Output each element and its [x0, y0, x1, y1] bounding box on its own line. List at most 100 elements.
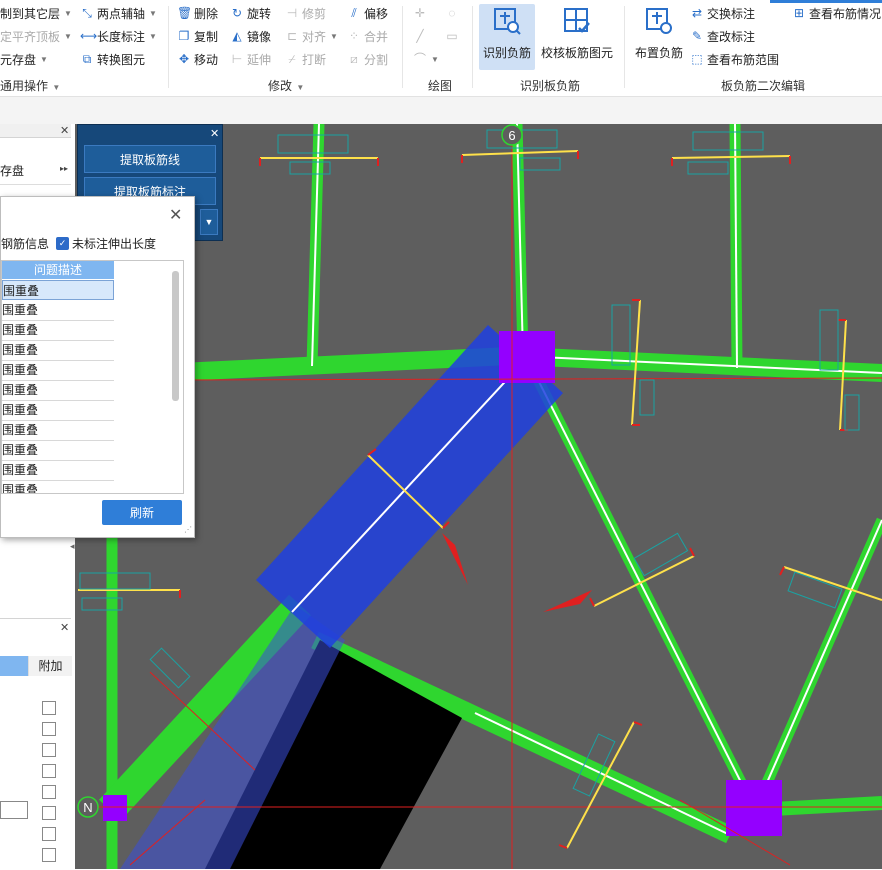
extra-checkbox[interactable]: [42, 806, 56, 820]
close-icon[interactable]: ✕: [60, 124, 69, 137]
ribbon-toolbar: 制到其它层 ▼ 定平齐顶板 ▼ 元存盘 ▼ ⤡ 两点辅轴 ▼ ⟷ 长度标注 ▼ ⧉ 转换图元 通…: [0, 0, 882, 97]
edit-label-button[interactable]: ✎ 查改标注: [690, 27, 755, 45]
table-row[interactable]: 范围重叠: [2, 280, 114, 300]
line-icon: ╱: [416, 29, 424, 43]
active-tab-indicator: [770, 0, 882, 3]
extra-checkbox[interactable]: [42, 743, 56, 757]
table-row[interactable]: 范围重叠: [2, 400, 114, 421]
axis-label-6: 6: [508, 128, 515, 143]
move-icon: ✥: [178, 52, 190, 66]
draw-circle-button[interactable]: ◌: [445, 4, 459, 22]
split-button[interactable]: ⧄ 分割: [347, 50, 388, 68]
split-icon: ⧄: [350, 52, 358, 66]
table-row[interactable]: 范围重叠: [2, 380, 114, 401]
separator: [168, 6, 169, 88]
break-button[interactable]: ⌿ 打断: [285, 50, 326, 68]
check-element-button[interactable]: 校核板筋图元: [540, 4, 614, 70]
draw-point-button[interactable]: ✛: [413, 4, 427, 22]
copy-button[interactable]: ❐ 复制: [177, 27, 218, 45]
two-point-axis-button[interactable]: ⤡ 两点辅轴 ▼: [80, 4, 157, 22]
convert-element-button[interactable]: ⧉ 转换图元: [80, 50, 145, 68]
dropdown-arrow-icon[interactable]: ▼: [200, 209, 218, 235]
save-element-button[interactable]: 元存盘 ▼: [0, 50, 48, 68]
unlabeled-length-option[interactable]: ✓ 未标注伸出长度: [56, 235, 156, 252]
scrollbar[interactable]: [172, 271, 179, 401]
refresh-button[interactable]: 刷新: [102, 500, 182, 525]
selected-cell[interactable]: [0, 801, 28, 819]
circle-icon: ◌: [448, 6, 456, 20]
column[interactable]: [726, 780, 782, 836]
edit-label-icon: ✎: [691, 29, 703, 43]
mirror-button[interactable]: ◭ 镜像: [230, 27, 271, 45]
swap-label-button[interactable]: ⇄ 交换标注: [690, 4, 755, 22]
rotate-button[interactable]: ↻ 旋转: [230, 4, 271, 22]
merge-icon: ⁘: [348, 29, 360, 43]
red-arrow: [442, 533, 468, 585]
table-row[interactable]: 范围重叠: [2, 420, 114, 441]
move-button[interactable]: ✥ 移动: [177, 50, 218, 68]
extra-checkbox[interactable]: [42, 764, 56, 778]
merge-button[interactable]: ⁘ 合并: [347, 27, 388, 45]
selected-rebar-centerline: [291, 357, 528, 613]
close-icon[interactable]: ✕: [169, 205, 182, 225]
view-layout-button[interactable]: ⊞ 查看布筋情况: [792, 4, 881, 22]
divider: [0, 184, 71, 185]
resize-grip-icon[interactable]: ⋰: [184, 525, 192, 534]
column-header[interactable]: 问题描述: [2, 261, 114, 279]
check-rebar-icon: [564, 8, 590, 33]
table-row[interactable]: 范围重叠: [2, 460, 114, 481]
group-label-draw: 绘图: [428, 79, 453, 93]
save-item[interactable]: 存盘: [0, 162, 24, 179]
table-row[interactable]: 范围重叠: [2, 440, 114, 461]
group-label-common[interactable]: 通用操作 ▼: [0, 77, 60, 94]
rebar-info-option[interactable]: 钢筋信息: [1, 235, 49, 252]
extra-checkbox[interactable]: [42, 848, 56, 862]
table-row[interactable]: 范围重叠: [2, 320, 114, 341]
axis-label-n: N: [83, 800, 92, 815]
toolbar-spacer: [0, 97, 882, 124]
trim-button[interactable]: ⊣ 修剪: [285, 4, 326, 22]
close-icon[interactable]: ✕: [210, 127, 219, 140]
delete-button[interactable]: 🗑 删除: [177, 4, 218, 22]
align-top-button[interactable]: 定平齐顶板 ▼: [0, 27, 72, 45]
table-row[interactable]: 范围重叠: [2, 360, 114, 381]
draw-line-button[interactable]: ╱: [413, 27, 427, 45]
copy-icon: ❐: [178, 29, 190, 43]
separator: [472, 6, 473, 88]
table-row[interactable]: 范围重叠: [2, 480, 114, 493]
table-row[interactable]: 范围重叠: [2, 340, 114, 361]
group-label-modify[interactable]: 修改 ▼: [268, 77, 304, 94]
close-icon[interactable]: ✕: [60, 621, 69, 634]
crosshair-icon: ✛: [414, 6, 426, 20]
length-label-button[interactable]: ⟷ 长度标注 ▼: [80, 27, 157, 45]
check-result-dialog: ✕ 钢筋信息 ✓未标注伸出长度 问题描述 范围重叠范围重叠范围重叠范围重叠范围重…: [0, 196, 195, 538]
separator: [624, 6, 625, 88]
mirror-icon: ◭: [232, 29, 242, 43]
table-row[interactable]: 范围重叠: [2, 300, 114, 321]
identify-neg-rebar-button[interactable]: 识别负筋: [479, 4, 535, 70]
place-neg-rebar-button[interactable]: 布置负筋: [632, 4, 686, 70]
view-range-button[interactable]: ⬚ 查看布筋范围: [690, 50, 779, 68]
extend-button[interactable]: ⊢ 延伸: [230, 50, 271, 68]
extra-checkbox[interactable]: [42, 701, 56, 715]
expand-arrow-icon[interactable]: ▸▸: [60, 164, 68, 173]
extra-checkbox[interactable]: [42, 827, 56, 841]
column[interactable]: [499, 331, 555, 383]
range-icon: ⬚: [691, 52, 703, 66]
arc-icon: ⌒: [413, 52, 426, 66]
checkbox-checked-icon[interactable]: ✓: [56, 237, 69, 250]
align-button[interactable]: ⊏ 对齐 ▼: [285, 27, 338, 45]
extract-lines-button[interactable]: 提取板筋线: [84, 145, 216, 173]
offset-button[interactable]: ⫽ 偏移: [347, 4, 388, 22]
extend-icon: ⊢: [231, 52, 243, 66]
extra-checkbox[interactable]: [42, 785, 56, 799]
collapse-arrow-icon[interactable]: ◂: [70, 541, 75, 552]
rotate-icon: ↻: [231, 6, 243, 20]
column[interactable]: [103, 795, 127, 821]
layout-icon: ⊞: [793, 6, 805, 20]
copy-to-layer-button[interactable]: 制到其它层 ▼: [0, 4, 72, 22]
red-arrow: [543, 590, 592, 612]
extra-checkbox[interactable]: [42, 722, 56, 736]
draw-arc-button[interactable]: ⌒ ▼: [413, 50, 439, 68]
draw-rect-button[interactable]: ▭: [445, 27, 459, 45]
